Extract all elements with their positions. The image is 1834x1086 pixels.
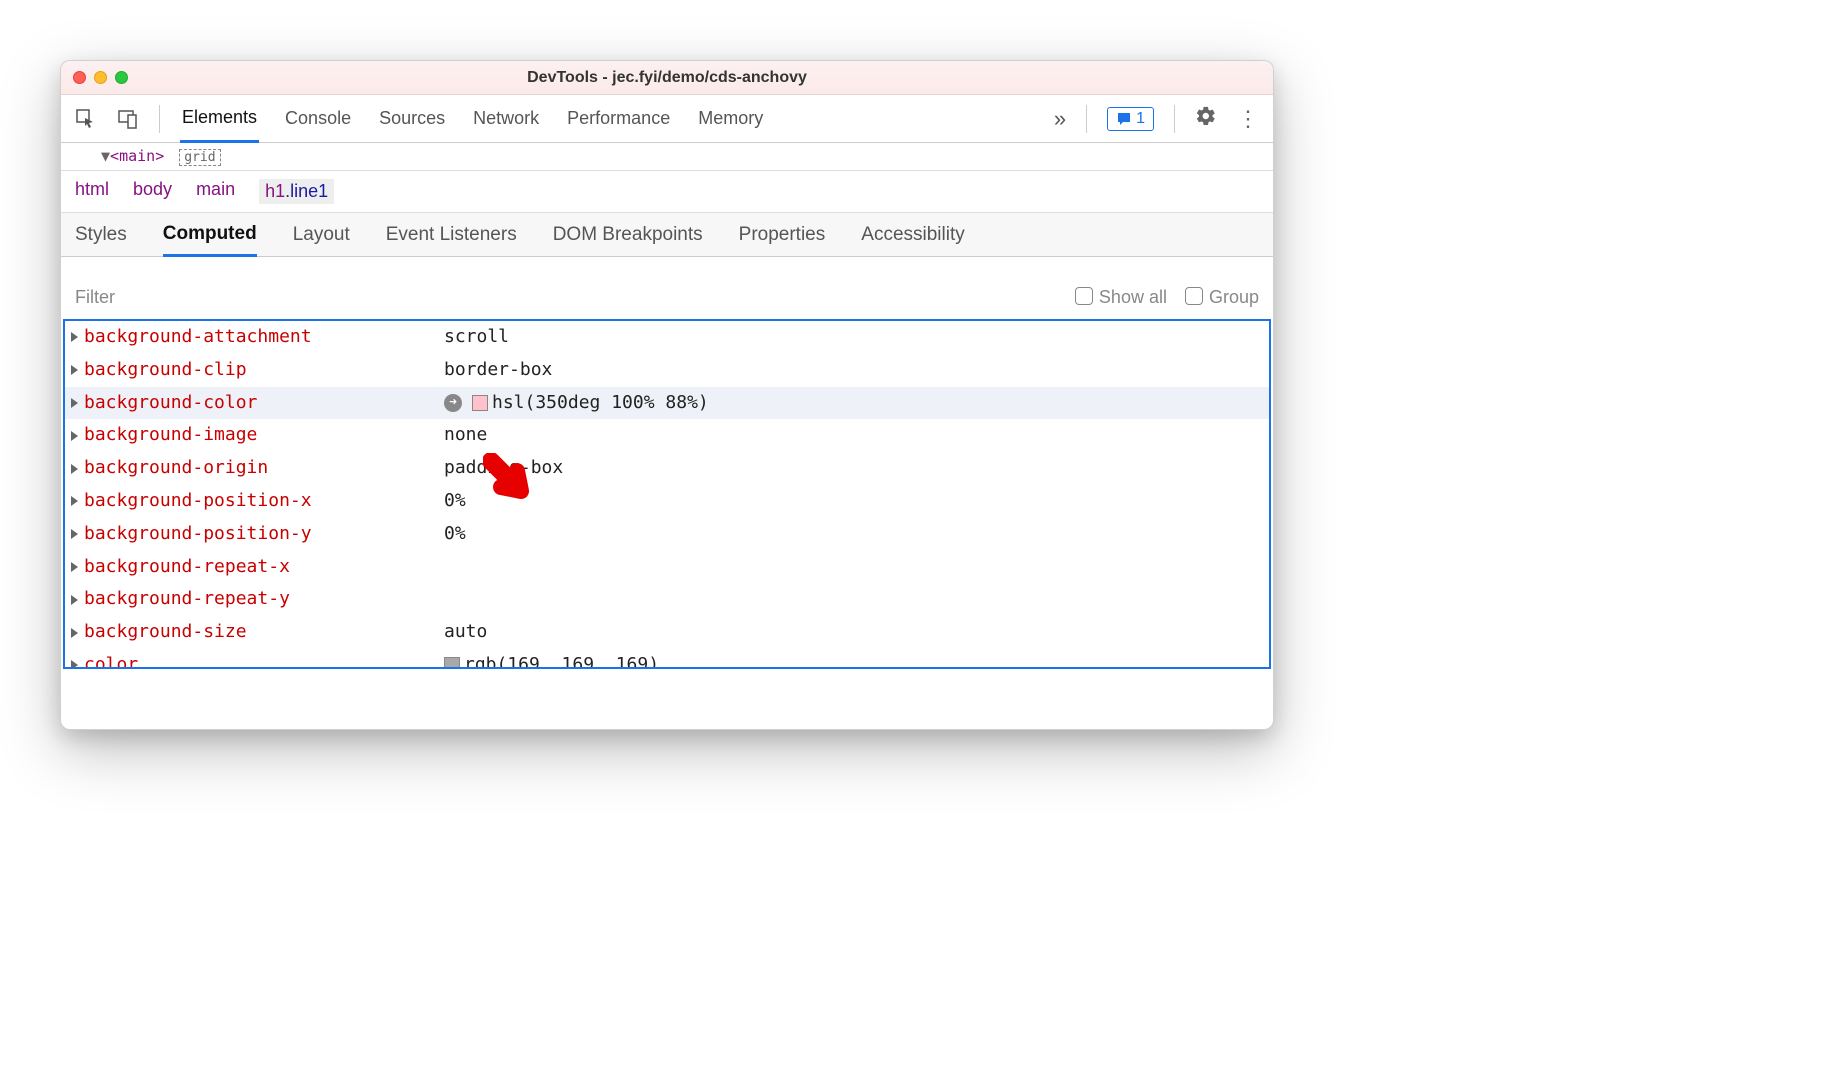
subtab-properties[interactable]: Properties	[739, 213, 826, 257]
expand-icon[interactable]	[71, 365, 78, 375]
breadcrumb-h1-line1[interactable]: h1.line1	[259, 179, 334, 204]
maximize-icon[interactable]	[115, 71, 128, 84]
minimize-icon[interactable]	[94, 71, 107, 84]
property-value[interactable]: ➜hsl(350deg 100% 88%)	[444, 389, 709, 418]
message-icon	[1116, 111, 1132, 127]
breadcrumbs: html body main h1.line1	[61, 171, 1273, 213]
main-toolbar: Elements Console Sources Network Performance…	[61, 95, 1273, 143]
property-name: background-clip	[84, 356, 444, 385]
kebab-icon[interactable]: ⋮	[1237, 106, 1259, 132]
issues-count: 1	[1136, 110, 1145, 128]
subtab-accessibility[interactable]: Accessibility	[861, 213, 964, 257]
expand-icon[interactable]	[71, 332, 78, 342]
property-name: background-repeat-x	[84, 553, 444, 582]
breadcrumb-body[interactable]: body	[133, 179, 172, 204]
color-swatch-icon[interactable]	[472, 395, 488, 411]
property-row-background-repeat-x[interactable]: background-repeat-x	[65, 551, 1269, 584]
property-name: color	[84, 651, 444, 669]
expand-icon[interactable]	[71, 464, 78, 474]
property-name: background-size	[84, 618, 444, 647]
expand-icon[interactable]	[71, 628, 78, 638]
property-row-background-position-x[interactable]: background-position-x0%	[65, 485, 1269, 518]
tab-performance[interactable]: Performance	[565, 95, 672, 143]
property-value[interactable]: none	[444, 421, 487, 450]
divider	[1174, 105, 1175, 133]
filter-input[interactable]: Filter	[75, 287, 1057, 308]
window-controls	[73, 71, 128, 84]
property-row-color[interactable]: colorrgb(169, 169, 169)	[65, 649, 1269, 669]
expand-icon[interactable]	[71, 431, 78, 441]
more-tabs-icon[interactable]: »	[1054, 106, 1066, 132]
subtab-computed[interactable]: Computed	[163, 213, 257, 257]
property-name: background-attachment	[84, 323, 444, 352]
property-row-background-image[interactable]: background-imagenone	[65, 419, 1269, 452]
subtabs: Styles Computed Layout Event Listeners DOM B…	[61, 213, 1273, 257]
property-row-background-clip[interactable]: background-clipborder-box	[65, 354, 1269, 387]
property-name: background-origin	[84, 454, 444, 483]
devtools-window: DevTools - jec.fyi/demo/cds-anchovy Elem…	[60, 60, 1274, 730]
property-value[interactable]: rgb(169, 169, 169)	[444, 651, 659, 669]
expand-icon[interactable]	[71, 496, 78, 506]
window-title: DevTools - jec.fyi/demo/cds-anchovy	[61, 69, 1273, 87]
property-value[interactable]: auto	[444, 618, 487, 647]
issues-badge[interactable]: 1	[1107, 107, 1154, 131]
tab-network[interactable]: Network	[471, 95, 541, 143]
subtab-layout[interactable]: Layout	[293, 213, 350, 257]
tab-console[interactable]: Console	[283, 95, 353, 143]
property-value[interactable]: 0%	[444, 487, 466, 516]
settings-icon[interactable]	[1195, 105, 1217, 133]
subtab-event-listeners[interactable]: Event Listeners	[386, 213, 517, 257]
inspect-icon[interactable]	[75, 108, 97, 130]
divider	[159, 105, 160, 133]
divider	[1086, 105, 1087, 133]
computed-properties-panel: background-attachmentscrollbackground-cl…	[63, 319, 1271, 669]
expand-icon[interactable]	[71, 562, 78, 572]
filter-bar: Filter Show all Group	[61, 275, 1273, 319]
expand-icon[interactable]	[71, 529, 78, 539]
expand-icon[interactable]	[71, 595, 78, 605]
property-name: background-color	[84, 389, 444, 418]
property-value[interactable]: padding-box	[444, 454, 563, 483]
tab-sources[interactable]: Sources	[377, 95, 447, 143]
titlebar: DevTools - jec.fyi/demo/cds-anchovy	[61, 61, 1273, 95]
tab-memory[interactable]: Memory	[696, 95, 765, 143]
subtab-styles[interactable]: Styles	[75, 213, 127, 257]
property-row-background-size[interactable]: background-sizeauto	[65, 616, 1269, 649]
breadcrumb-main[interactable]: main	[196, 179, 235, 204]
grid-badge[interactable]: grid	[179, 149, 220, 166]
group-checkbox[interactable]: Group	[1185, 287, 1259, 308]
expand-icon[interactable]	[71, 660, 78, 669]
property-row-background-origin[interactable]: background-originpadding-box	[65, 452, 1269, 485]
property-row-background-repeat-y[interactable]: background-repeat-y	[65, 583, 1269, 616]
show-all-checkbox[interactable]: Show all	[1075, 287, 1167, 308]
dom-tree-row[interactable]: ▼<main> grid	[61, 143, 1273, 171]
property-row-background-position-y[interactable]: background-position-y0%	[65, 518, 1269, 551]
property-value[interactable]: 0%	[444, 520, 466, 549]
breadcrumb-html[interactable]: html	[75, 179, 109, 204]
property-value[interactable]: scroll	[444, 323, 509, 352]
tab-elements[interactable]: Elements	[180, 95, 259, 143]
property-name: background-repeat-y	[84, 585, 444, 614]
property-value[interactable]: border-box	[444, 356, 552, 385]
device-toggle-icon[interactable]	[117, 108, 139, 130]
close-icon[interactable]	[73, 71, 86, 84]
subtab-dom-breakpoints[interactable]: DOM Breakpoints	[553, 213, 703, 257]
property-name: background-position-x	[84, 487, 444, 516]
property-name: background-image	[84, 421, 444, 450]
property-name: background-position-y	[84, 520, 444, 549]
main-tabs: Elements Console Sources Network Performance…	[180, 95, 1034, 143]
property-row-background-color[interactable]: background-color➜hsl(350deg 100% 88%)	[65, 387, 1269, 420]
property-row-background-attachment[interactable]: background-attachmentscroll	[65, 321, 1269, 354]
expand-icon[interactable]	[71, 398, 78, 408]
color-swatch-icon[interactable]	[444, 657, 460, 669]
goto-source-icon[interactable]: ➜	[444, 394, 462, 412]
